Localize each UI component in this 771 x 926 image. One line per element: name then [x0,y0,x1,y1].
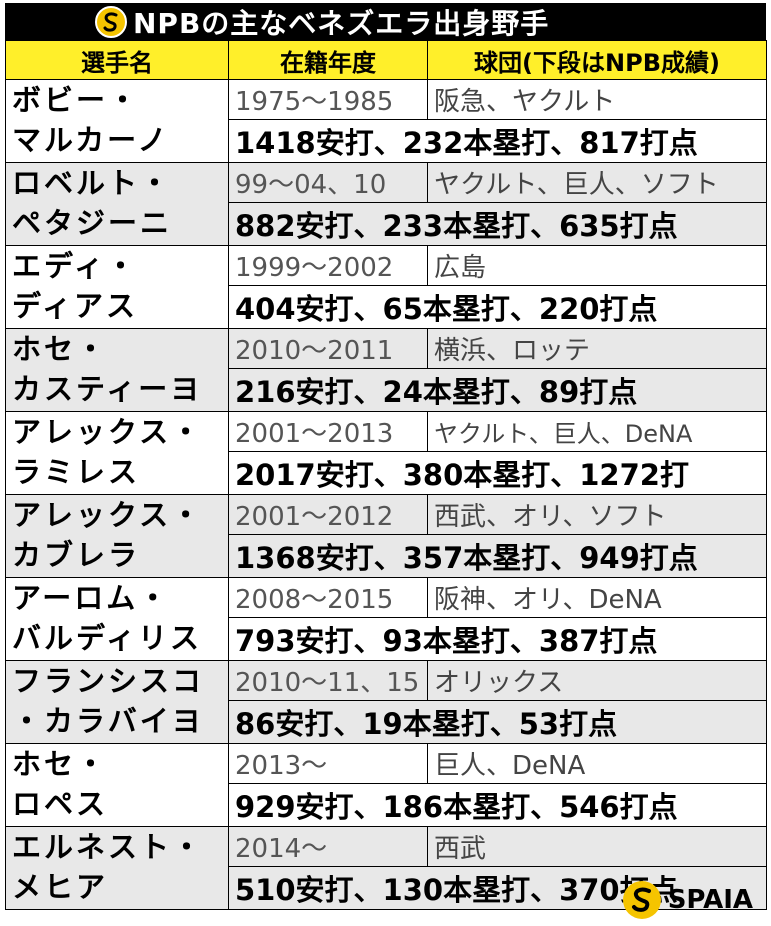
player-teams: 阪急、ヤクルト [427,79,767,120]
player-name-line2: ロペス [12,787,109,821]
spaia-logo-icon [622,881,661,919]
table-row: アレックス・ カブレラ 2001〜2012 西武、オリ、ソフト [5,494,767,578]
player-teams: 西武、オリ、ソフト [427,494,767,535]
player-stats: 793安打、93本塁打、387打点 [228,617,767,661]
player-teams: ヤクルト、巨人、ソフト [427,162,767,203]
player-teams: 横浜、ロッテ [427,328,767,369]
table-row: フランシスコ ・カラバイヨ 2010〜11、15 オリックス [5,660,767,744]
table-row: エルネスト・ メヒア 2014〜 西武 [5,826,767,910]
player-years: 2008〜2015 [228,577,428,618]
player-years: 99〜04、10 [228,162,428,203]
player-teams: 阪神、オリ、DeNA [427,577,767,618]
player-name-line2: カブレラ [12,538,141,572]
player-name-line1: エルネスト・ [12,830,205,864]
player-name-line2: カスティーヨ [12,372,203,406]
player-name-line2: ディアス [12,289,138,323]
header-name: 選手名 [5,40,229,80]
player-teams: ヤクルト、巨人、DeNA [427,411,767,452]
player-stats: 404安打、65本塁打、220打点 [228,285,767,329]
player-name-line1: アーロム・ [12,581,171,615]
player-teams: 広島 [427,245,767,286]
header-years: 在籍年度 [228,40,428,80]
player-teams: 巨人、DeNA [427,743,767,784]
table-row: アーロム・ バルディリス 2008〜2015 阪神、オリ、DeNA [5,577,767,661]
player-table: 選手名 在籍年度 球団(下段はNPB成績) ボビー・ マルカーノ 1975〜1985… [5,40,767,910]
player-years: 2001〜2013 [228,411,428,452]
player-teams: オリックス [427,660,767,701]
player-years: 1975〜1985 [228,79,428,120]
player-name-line2: マルカーノ [12,123,170,157]
player-years: 2001〜2012 [228,494,428,535]
player-name-line2: バルディリス [12,621,202,655]
player-name-line2: メヒア [12,870,109,904]
player-teams: 西武 [427,826,767,867]
player-name: アレックス・ カブレラ [5,494,229,578]
player-name-line1: アレックス・ [12,415,204,449]
table-header-row: 選手名 在籍年度 球団(下段はNPB成績) [5,40,767,80]
player-stats: 216安打、24本塁打、89打点 [228,368,767,412]
player-name: ロベルト・ペタジーニ [5,162,229,246]
player-years: 2013〜 [228,743,428,784]
table-row: ホセ・ ロペス 2013〜 巨人、DeNA [5,743,767,827]
player-name-line1: エディ・ [12,249,138,283]
player-name-line1: ロベルト・ [12,166,173,200]
player-stats: 882安打、233本塁打、635打点 [228,202,767,246]
table-row: アレックス・ ラミレス 2001〜2013 ヤクルト、巨人、DeNA [5,411,767,495]
page-title: NPBの主なベネズエラ出身野手 [133,6,550,40]
header-teams: 球団(下段はNPB成績) [427,40,767,80]
table-row: ロベルト・ ペタジーニ 99〜04、10 ヤクルト、巨人、ソフト [5,162,767,246]
player-name: エディ・ ディアス [5,245,229,329]
table-body: ボビー・ マルカーノ 1975〜1985 阪急、ヤクルト 1418安打、232本塁打、8… [5,79,767,910]
player-stats: 929安打、186本塁打、546打点 [228,783,767,827]
player-name: アレックス・ ラミレス [5,411,229,495]
player-stats: 2017安打、380本塁打、1272打 [228,451,767,495]
spaia-logo-icon [95,5,127,38]
table-row: ホセ・ カスティーヨ 2010〜2011 横浜、ロッテ [5,328,767,412]
footer-logo: SPAIA [622,880,753,920]
player-stats: 1418安打、232本塁打、817打点 [228,119,767,163]
player-years: 2014〜 [228,826,428,867]
player-name-line1: フランシスコ [12,664,205,698]
player-years: 1999〜2002 [228,245,428,286]
player-name: ホセ・ カスティーヨ [5,328,229,412]
player-name: エルネスト・ メヒア [5,826,229,910]
table-row: ボビー・ マルカーノ 1975〜1985 阪急、ヤクルト [5,79,767,163]
player-name-line1: アレックス・ [12,498,204,532]
player-stats: 1368安打、357本塁打、949打点 [228,534,767,578]
player-name-line2: ラミレス [12,455,141,489]
player-years: 2010〜11、15 [228,660,428,701]
player-name-line1: ボビー・ [12,83,141,117]
player-name-line2: ・カラバイヨ [12,704,204,738]
player-name: アーロム・バルディリス [5,577,229,661]
player-name: ボビー・ マルカーノ [5,79,229,163]
player-name-line2: ペタジーニ [12,206,173,240]
player-stats: 86安打、19本塁打、53打点 [228,700,767,744]
player-years: 2010〜2011 [228,328,428,369]
footer-brand: SPAIA [667,885,753,915]
player-name-line1: ホセ・ [12,332,109,366]
title-bar: NPBの主なベネズエラ出身野手 [5,3,766,40]
player-name: フランシスコ ・カラバイヨ [5,660,229,744]
page: NPBの主なベネズエラ出身野手 選手名 在籍年度 球団(下段はNPB成績) ボビ… [0,0,771,926]
player-name: ホセ・ ロペス [5,743,229,827]
player-name-line1: ホセ・ [12,747,109,781]
table-row: エディ・ ディアス 1999〜2002 広島 [5,245,767,329]
